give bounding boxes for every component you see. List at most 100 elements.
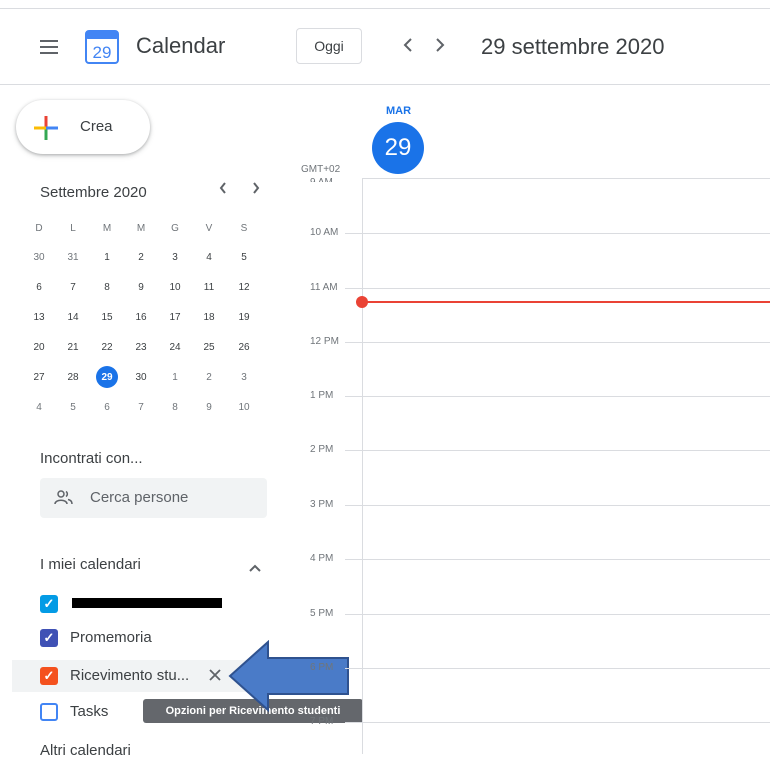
calendar-item-label: Promemoria [70,629,152,646]
mini-day[interactable]: 3 [164,247,186,267]
hour-label: 2 PM [310,444,334,455]
mini-weekday: L [70,222,76,234]
mini-day[interactable]: 7 [130,397,152,417]
hour-gridline [345,614,770,615]
day-name: MAR [386,105,412,117]
logo-day: 29 [93,43,112,62]
calendar-logo-icon: 29 [84,29,120,65]
hour-gridline [345,342,770,343]
mini-day[interactable]: 9 [198,397,220,417]
main-menu-icon[interactable] [40,40,58,54]
mini-weekday: M [102,222,112,234]
mini-day[interactable]: 10 [164,277,186,297]
hour-gridline [345,722,770,723]
mini-day[interactable]: 5 [233,247,255,267]
hour-gridline [345,396,770,397]
my-calendars-title: I miei calendari [40,556,141,573]
create-label: Crea [80,118,113,135]
mini-day[interactable]: 20 [28,337,50,357]
mini-next-month-icon[interactable] [251,180,261,201]
mini-day[interactable]: 2 [198,367,220,387]
hour-label: 7 PM [310,716,334,727]
people-icon [54,488,74,508]
hour-label: 4 PM [310,553,334,564]
hour-gridline [345,450,770,451]
mini-day[interactable]: 1 [164,367,186,387]
mini-day[interactable]: 18 [198,307,220,327]
mini-day[interactable]: 7 [62,277,84,297]
mini-day[interactable]: 5 [62,397,84,417]
mini-day[interactable]: 24 [164,337,186,357]
mini-day[interactable]: 10 [233,397,255,417]
hour-gridline [345,505,770,506]
mini-day[interactable]: 25 [198,337,220,357]
mini-day[interactable]: 12 [233,277,255,297]
mini-day[interactable]: 9 [130,277,152,297]
mini-day[interactable]: 30 [28,247,50,267]
hour-label: 3 PM [310,499,334,510]
hour-label: 10 AM [310,227,339,238]
mini-day[interactable]: 3 [233,367,255,387]
mini-day[interactable]: 4 [28,397,50,417]
other-calendars-title: Altri calendari [40,742,131,759]
mini-weekday: V [205,222,213,234]
top-border [0,8,770,9]
search-people-input[interactable]: Cerca persone [40,478,267,518]
search-placeholder: Cerca persone [90,489,189,506]
mini-day-selected[interactable]: 29 [96,366,118,388]
close-icon[interactable] [207,667,223,683]
mini-day[interactable]: 2 [130,247,152,267]
plus-icon [34,116,58,140]
hour-label: 1 PM [310,390,334,401]
mini-day[interactable]: 17 [164,307,186,327]
hour-label: 6 PM [310,662,334,673]
current-time-dot [356,296,368,308]
today-button[interactable]: Oggi [296,28,362,64]
timezone-label: GMT+02 [301,164,341,175]
mini-day[interactable]: 30 [130,367,152,387]
mini-day[interactable]: 22 [96,337,118,357]
mini-day[interactable]: 6 [28,277,50,297]
mini-day[interactable]: 6 [96,397,118,417]
checkbox-checked-icon[interactable]: ✓ [40,595,58,613]
mini-day[interactable]: 13 [28,307,50,327]
create-button[interactable]: Crea [16,100,150,154]
checkbox-unchecked-icon[interactable] [40,703,58,721]
chevron-up-icon[interactable] [248,560,262,572]
mini-day[interactable]: 14 [62,307,84,327]
calendar-item-label: Ricevimento stu... [70,667,190,684]
checkbox-checked-icon[interactable]: ✓ [40,667,58,685]
hour-label: 5 PM [310,608,334,619]
mini-prev-month-icon[interactable] [218,180,228,201]
mini-day[interactable]: 31 [62,247,84,267]
current-time-line [362,301,770,303]
mini-day[interactable]: 19 [233,307,255,327]
mini-day[interactable]: 4 [198,247,220,267]
mini-day[interactable]: 27 [28,367,50,387]
next-day-icon[interactable] [434,36,446,59]
mini-weekday: G [171,222,179,234]
grid-top-border [363,178,770,179]
hour-gridline [345,668,770,669]
mini-weekday: D [35,222,43,234]
mini-day[interactable]: 23 [130,337,152,357]
mini-day[interactable]: 15 [96,307,118,327]
mini-day[interactable]: 8 [164,397,186,417]
header-divider [0,84,770,85]
mini-day[interactable]: 8 [96,277,118,297]
mini-day[interactable]: 11 [198,277,220,297]
mini-day[interactable]: 21 [62,337,84,357]
mini-day[interactable]: 26 [233,337,255,357]
app-title: Calendar [136,33,226,58]
hour-gridline [345,559,770,560]
checkbox-checked-icon[interactable]: ✓ [40,629,58,647]
mini-day[interactable]: 1 [96,247,118,267]
prev-day-icon[interactable] [402,36,414,59]
mini-day[interactable]: 28 [62,367,84,387]
annotation-arrow-icon [228,639,352,713]
meet-section-title: Incontrati con... [40,450,143,467]
day-number[interactable]: 29 [372,122,424,174]
mini-day[interactable]: 16 [130,307,152,327]
hour-label: 9 AM [310,177,333,188]
mini-calendar-title: Settembre 2020 [40,184,147,201]
